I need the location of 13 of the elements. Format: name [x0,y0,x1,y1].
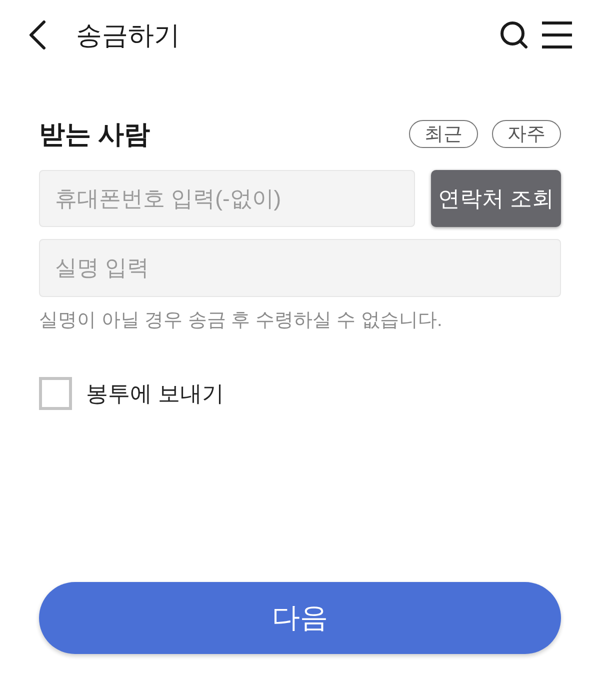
next-button[interactable]: 다음 [39,582,561,654]
filter-chip[interactable]: 최근 [409,120,478,148]
contact-lookup-button[interactable]: 연락처 조회 [431,170,561,227]
checkbox-label: 봉투에 보내기 [86,380,224,408]
checkbox[interactable] [39,376,72,410]
section-title: 받는 사람 [39,121,150,147]
filter-chip[interactable]: 자주 [492,120,561,148]
phone-input-field[interactable]: 휴대폰번호 입력(-없이) [39,170,415,227]
name-input-field[interactable]: 실명 입력 [39,239,561,297]
notice-text: 실명이 아닐 경우 송금 후 수령하실 수 없습니다. [39,309,444,333]
menu-icon[interactable] [542,21,572,49]
page-title: 송금하기 [76,22,180,48]
search-icon[interactable] [500,21,528,49]
